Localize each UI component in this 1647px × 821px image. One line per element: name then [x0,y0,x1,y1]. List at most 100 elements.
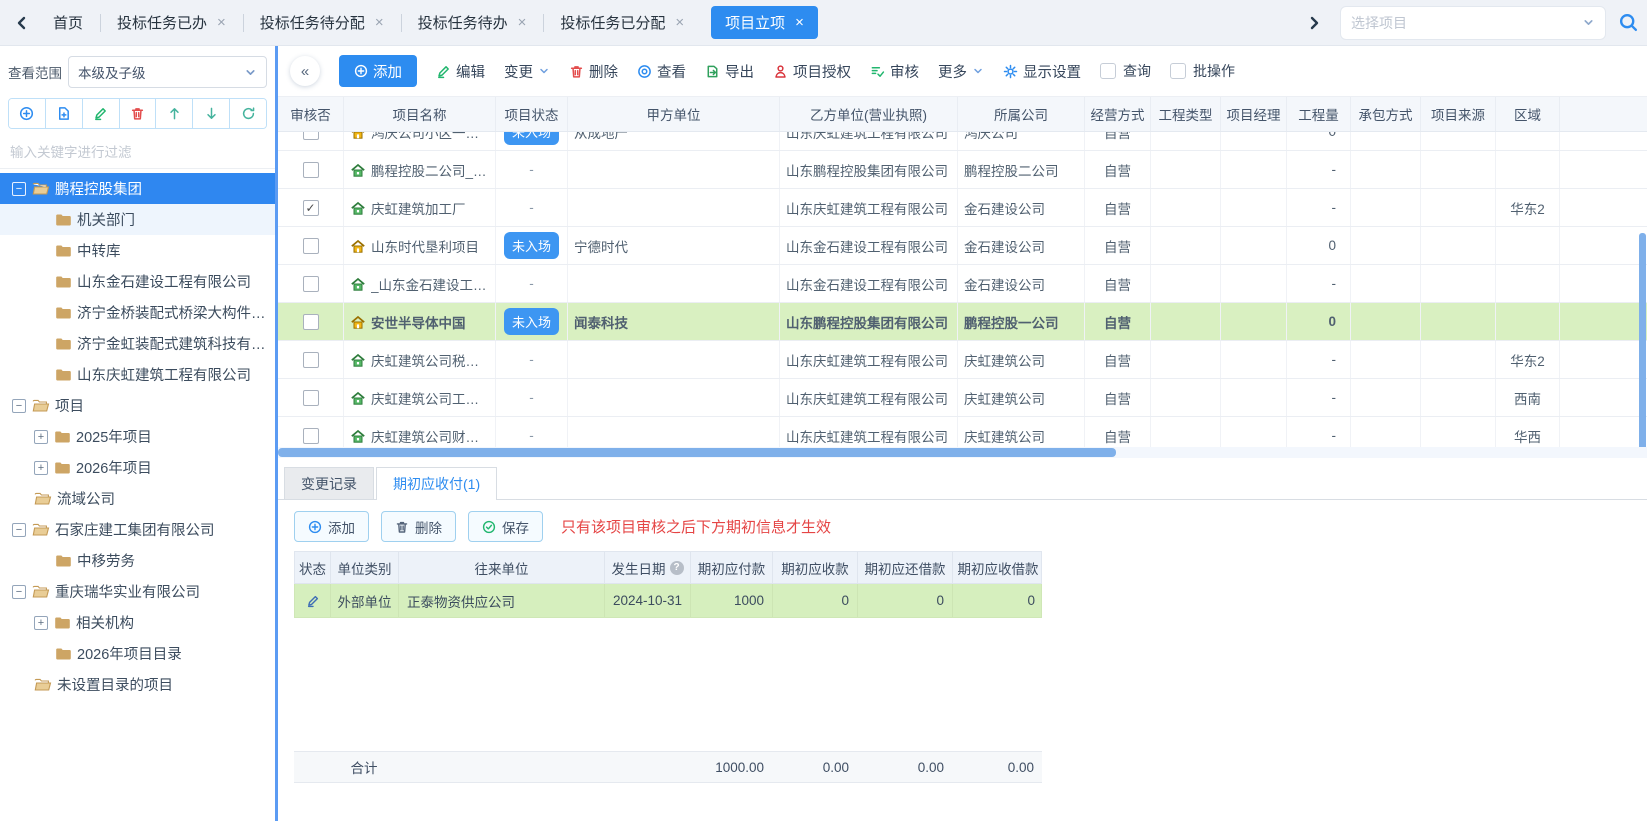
row-checkbox[interactable] [303,314,319,330]
批操作-checkbox[interactable]: 批操作 [1170,61,1235,81]
close-tab-icon[interactable]: × [375,14,384,31]
tree-toolbar-arrow-down-button[interactable] [192,99,229,128]
tree-toolbar-pencil-button[interactable] [82,99,119,128]
row-checkbox[interactable] [303,428,319,444]
tab-active[interactable]: 项目立项× [711,6,818,39]
collapse-panel-button[interactable]: « [290,56,320,86]
审核-button[interactable]: 审核 [870,61,919,82]
tree-node[interactable]: 中移劳务 [0,545,275,576]
collapse-node-icon[interactable]: − [12,523,26,537]
project-row[interactable]: 鸿庆公司小区一期基…未入场从成地产山东庆虹建筑工程有限公司鸿庆公司自营0 [278,132,1647,151]
tab-item[interactable]: 投标任务已办× [100,0,243,45]
tab-item[interactable]: 投标任务已分配× [543,0,701,45]
tab-item[interactable]: 投标任务待办× [401,0,544,45]
添加-button[interactable]: 添加 [294,511,369,542]
collapse-node-icon[interactable]: − [12,399,26,413]
source-cell [1421,379,1496,416]
tab-item[interactable]: 投标任务待分配× [243,0,401,45]
row-checkbox[interactable] [303,390,319,406]
manager-cell [1221,265,1287,302]
project-select[interactable] [1340,6,1606,40]
vertical-scrollbar[interactable] [1639,233,1646,453]
tree-toolbar-doc-add-button[interactable] [45,99,82,128]
project-select-input[interactable] [1351,15,1582,31]
project-row[interactable]: 庆虹建筑公司工资核…-山东庆虹建筑工程有限公司庆虹建筑公司自营-西南 [278,379,1647,417]
project-row[interactable]: 鹏程控股二公司_山东…-山东鹏程控股集团有限公司鹏程控股二公司自营- [278,151,1647,189]
detail-tab-item[interactable]: 变更记录 [284,467,374,499]
tree-node[interactable]: 山东庆虹建筑工程有限公司 [0,359,275,390]
chevron-down-icon[interactable] [1582,16,1595,29]
tree-toolbar-refresh-button[interactable] [229,99,266,128]
balance-row[interactable]: 外部单位正泰物资供应公司2024-10-311000000 [294,584,1042,618]
expand-node-icon[interactable]: + [34,430,48,444]
expand-node-icon[interactable]: + [34,461,48,475]
close-tab-icon[interactable]: × [795,14,804,31]
tree-node[interactable]: 济宁金桥装配式桥梁大构件有限公司 [0,297,275,328]
tree-node[interactable]: −石家庄建工集团有限公司 [0,514,275,545]
tree-node[interactable]: 机关部门 [0,204,275,235]
project-row[interactable]: ✓庆虹建筑加工厂-山东庆虹建筑工程有限公司金石建设公司自营-华东2 [278,189,1647,227]
project-row[interactable]: 山东时代垦利项目未入场宁德时代山东金石建设工程有限公司金石建设公司自营0 [278,227,1647,265]
checkbox-box[interactable] [1170,63,1186,79]
row-checkbox[interactable] [303,276,319,292]
row-checkbox[interactable] [303,132,319,140]
search-icon[interactable] [1618,12,1639,33]
question-circle-icon[interactable]: ? [670,561,684,575]
row-checkbox[interactable]: ✓ [303,200,319,216]
checkbox-box[interactable] [1100,63,1116,79]
添加-button[interactable]: 添加 [339,55,417,87]
collapse-node-icon[interactable]: − [12,182,26,196]
project-row[interactable]: 庆虹建筑公司财务核…-山东庆虹建筑工程有限公司庆虹建筑公司自营-华西 [278,417,1647,447]
显示设置-button[interactable]: 显示设置 [1003,61,1081,82]
row-checkbox[interactable] [303,162,319,178]
tree-toolbar-arrow-up-button[interactable] [155,99,192,128]
变更-button[interactable]: 变更 [504,61,550,82]
tree-node[interactable]: −重庆瑞华实业有限公司 [0,576,275,607]
manager-cell [1221,303,1287,340]
row-checkbox[interactable] [303,352,319,368]
编辑-button[interactable]: 编辑 [436,61,485,82]
project-row[interactable]: _山东金石建设工程有…-山东金石建设工程有限公司金石建设公司自营- [278,265,1647,303]
close-tab-icon[interactable]: × [217,14,226,31]
tree-node[interactable]: +2025年项目 [0,421,275,452]
close-tab-icon[interactable]: × [518,14,527,31]
scope-select[interactable]: 本级及子级 [68,56,267,88]
tree-toolbar-trash-button[interactable] [119,99,156,128]
tab-item[interactable]: 首页 [36,0,100,45]
tree-node[interactable]: 中转库 [0,235,275,266]
project-row[interactable]: 庆虹建筑公司税金核…-山东庆虹建筑工程有限公司庆虹建筑公司自营-华东2 [278,341,1647,379]
expand-node-icon[interactable]: + [34,616,48,630]
查询-checkbox[interactable]: 查询 [1100,61,1151,81]
project-status-cell: - [496,417,568,447]
更多-button[interactable]: 更多 [938,61,984,82]
tree-node[interactable]: 2026年项目目录 [0,638,275,669]
查看-button[interactable]: 查看 [637,61,686,82]
删除-button[interactable]: 删除 [381,511,456,542]
tree-node[interactable]: 山东金石建设工程有限公司 [0,266,275,297]
删除-button[interactable]: 删除 [569,61,618,82]
tree-node[interactable]: − 鹏程控股集团 [0,173,275,204]
scroll-tabs-left-icon[interactable] [8,9,36,37]
collapse-node-icon[interactable]: − [12,585,26,599]
close-tab-icon[interactable]: × [675,14,684,31]
导出-button[interactable]: 导出 [705,61,754,82]
horizontal-scrollbar-thumb[interactable] [278,448,1116,457]
tree-node[interactable]: 济宁金虹装配式建筑科技有限公司 [0,328,275,359]
tree-node[interactable]: 流域公司 [0,483,275,514]
tree-node[interactable]: 未设置目录的项目 [0,669,275,700]
scroll-tabs-right-icon[interactable] [1300,9,1328,37]
项目授权-button[interactable]: 项目授权 [773,61,851,82]
edit-row-pencil-icon[interactable] [306,594,320,608]
tree-filter-input[interactable] [0,137,275,169]
detail-tab-active[interactable]: 期初应收付(1) [376,467,497,500]
tree-node[interactable]: +相关机构 [0,607,275,638]
tree-node[interactable]: +2026年项目 [0,452,275,483]
project-row[interactable]: 安世半导体中国未入场闻泰科技山东鹏程控股集团有限公司鹏程控股一公司自营0 [278,303,1647,341]
tree-node[interactable]: −项目 [0,390,275,421]
row-checkbox[interactable] [303,238,319,254]
project-name: _山东金石建设工程有… [371,274,489,294]
tree-toolbar-circle-plus-button[interactable] [9,99,45,128]
保存-button[interactable]: 保存 [468,511,543,542]
horizontal-scrollbar[interactable] [278,447,1647,458]
tree-node-label: 鹏程控股集团 [55,178,142,199]
